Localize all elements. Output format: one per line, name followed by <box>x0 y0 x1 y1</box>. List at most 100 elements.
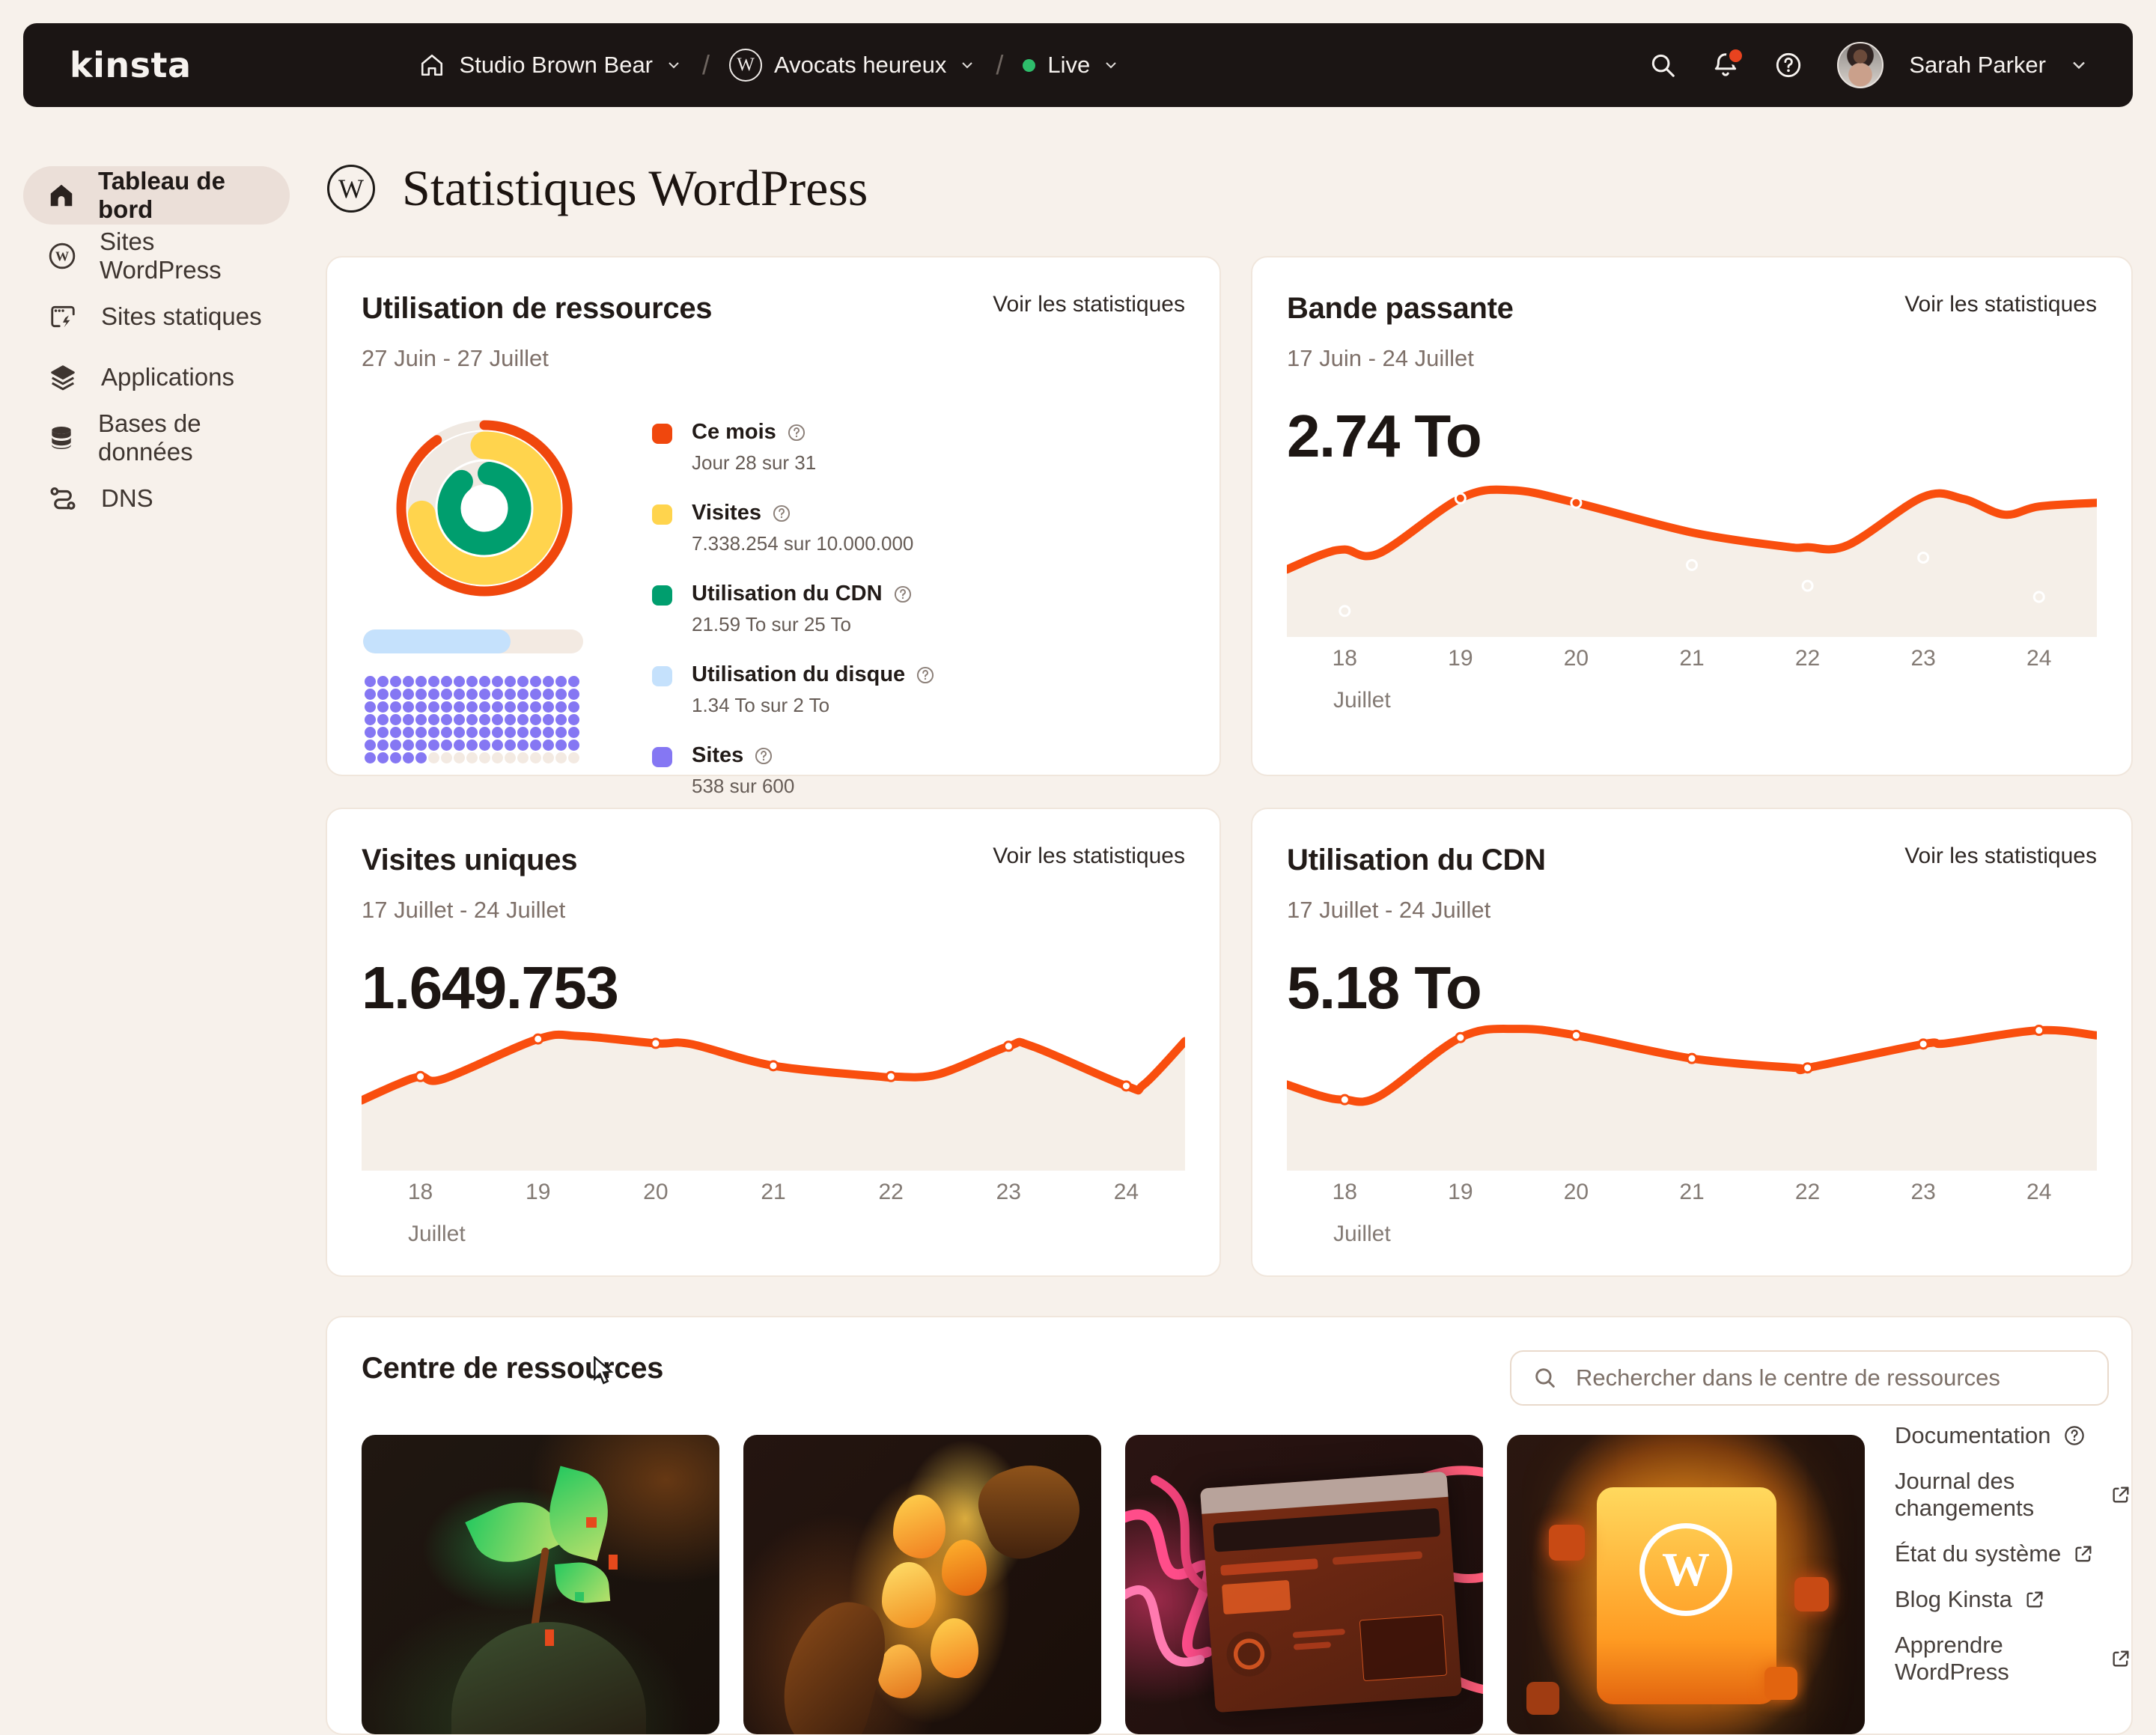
legend-detail: 538 sur 600 <box>692 775 795 797</box>
documentation-link[interactable]: Documentation <box>1895 1422 2131 1449</box>
legend-item: Utilisation du disque 1.34 To sur 2 To <box>652 662 1185 717</box>
kinsta-blog-link[interactable]: Blog Kinsta <box>1895 1586 2131 1613</box>
view-statistics-link[interactable]: Voir les statistiques <box>1904 844 2097 869</box>
legend-swatch <box>652 666 672 686</box>
sidebar-item-dns[interactable]: DNS <box>23 469 290 528</box>
cdn-line-chart: 18 19 20 21 22 23 24 Juillet <box>1287 1016 2097 1247</box>
resource-tile-dashboard-illustration[interactable] <box>1125 1435 1483 1734</box>
legend-label: Sites <box>692 743 744 767</box>
disk-usage-progress <box>363 629 583 653</box>
sidebar-item-label: Sites WordPress <box>100 228 222 284</box>
dns-route-icon <box>47 484 79 513</box>
legend-label: Utilisation du disque <box>692 662 906 686</box>
live-status-icon <box>1023 58 1036 72</box>
legend-label: Ce mois <box>692 420 776 444</box>
wordpress-icon: W <box>1639 1523 1732 1616</box>
search-icon[interactable] <box>1648 51 1677 79</box>
resource-tile-growth-illustration[interactable] <box>362 1435 719 1734</box>
view-statistics-link[interactable]: Voir les statistiques <box>1904 292 2097 317</box>
bandwidth-total-value: 2.74 To <box>1287 403 1482 469</box>
avatar <box>1837 42 1884 88</box>
cdn-usage-card: Utilisation du CDN Voir les statistiques… <box>1251 808 2133 1277</box>
external-link-icon <box>2110 1484 2131 1505</box>
legend-detail: 21.59 To sur 25 To <box>692 613 851 635</box>
bandwidth-card: Bande passante Voir les statistiques 17 … <box>1251 256 2133 776</box>
kinsta-dashboard: kinsta Studio Brown Bear / W Avocats heu… <box>0 0 2156 1735</box>
x-axis-ticks: 18 19 20 21 22 23 24 <box>407 1180 1139 1204</box>
mouse-cursor <box>591 1356 617 1385</box>
help-icon[interactable] <box>916 665 935 685</box>
sidebar-item-static-sites[interactable]: Sites statiques <box>23 287 290 346</box>
resource-center-search[interactable] <box>1510 1350 2109 1406</box>
breadcrumb-site-label: Avocats heureux <box>774 52 947 78</box>
navbar-actions: Sarah Parker <box>1648 42 2089 88</box>
resource-visuals <box>362 418 588 824</box>
resource-tiles: W <box>362 1435 1865 1734</box>
resource-tile-wordpress-illustration[interactable]: W <box>1507 1435 1865 1734</box>
sidebar-item-label: DNS <box>101 484 153 512</box>
breadcrumb-company-label: Studio Brown Bear <box>459 52 654 78</box>
help-icon[interactable] <box>1774 51 1803 79</box>
legend-item: Sites 538 sur 600 <box>652 743 1185 798</box>
card-period: 27 Juin - 27 Juillet <box>362 345 549 371</box>
card-period: 17 Juillet - 24 Juillet <box>362 897 566 923</box>
resource-donut-chart <box>395 418 574 598</box>
sidebar-item-databases[interactable]: Bases de données <box>23 409 290 467</box>
card-title: Utilisation de ressources <box>362 292 713 325</box>
notification-badge <box>1726 46 1746 65</box>
visits-total-value: 1.649.753 <box>362 954 619 1021</box>
view-statistics-link[interactable]: Voir les statistiques <box>993 292 1185 317</box>
chevron-down-icon <box>2068 55 2089 76</box>
search-input[interactable] <box>1574 1364 2086 1392</box>
sidebar-item-label: Bases de données <box>98 409 201 466</box>
help-icon[interactable] <box>893 585 913 604</box>
help-icon <box>2063 1424 2086 1447</box>
help-icon[interactable] <box>787 423 806 442</box>
help-icon[interactable] <box>754 746 773 766</box>
search-icon <box>1532 1365 1558 1391</box>
environment-label: Live <box>1047 52 1091 78</box>
legend-item: Utilisation du CDN 21.59 To sur 25 To <box>652 582 1185 636</box>
chevron-down-icon <box>665 56 683 74</box>
learn-wordpress-link[interactable]: Apprendre WordPress <box>1895 1632 2131 1686</box>
user-name: Sarah Parker <box>1909 52 2046 78</box>
top-navbar: kinsta Studio Brown Bear / W Avocats heu… <box>23 23 2133 107</box>
view-statistics-link[interactable]: Voir les statistiques <box>993 844 1185 869</box>
card-title: Utilisation du CDN <box>1287 844 1546 876</box>
external-link-icon <box>2110 1648 2131 1669</box>
svg-text:W: W <box>55 249 70 264</box>
resource-legend: Ce mois Jour 28 sur 31 Visites 7.338.254… <box>588 418 1185 824</box>
breadcrumb: Studio Brown Bear / W Avocats heureux / … <box>416 49 1121 82</box>
wordpress-icon: W <box>47 241 77 271</box>
sidebar-item-wordpress-sites[interactable]: W Sites WordPress <box>23 227 290 285</box>
system-status-link[interactable]: État du système <box>1895 1540 2131 1567</box>
x-axis-ticks: 18 19 20 21 22 23 24 <box>1332 646 2052 671</box>
unique-visits-card: Visites uniques Voir les statistiques 17… <box>326 808 1221 1277</box>
card-title: Bande passante <box>1287 292 1514 325</box>
resource-usage-card: Utilisation de ressources Voir les stati… <box>326 256 1221 797</box>
resource-tile-community-illustration[interactable] <box>743 1435 1101 1734</box>
disk-usage-progress-fill <box>363 629 511 653</box>
sidebar-item-dashboard[interactable]: Tableau de bord <box>23 166 290 225</box>
sites-dot-grid <box>365 676 588 763</box>
breadcrumb-company[interactable]: Studio Brown Bear <box>416 52 683 79</box>
breadcrumb-separator: / <box>996 49 1004 80</box>
changelog-link[interactable]: Journal des changements <box>1895 1468 2131 1522</box>
legend-detail: 1.34 To sur 2 To <box>692 694 830 716</box>
cdn-total-value: 5.18 To <box>1287 954 1482 1021</box>
sidebar-item-applications[interactable]: Applications <box>23 348 290 406</box>
chevron-down-icon <box>1102 56 1120 74</box>
legend-item: Ce mois Jour 28 sur 31 <box>652 420 1185 475</box>
sidebar-item-label: Applications <box>101 363 234 391</box>
home-icon <box>47 181 76 210</box>
help-icon[interactable] <box>772 504 791 523</box>
page-header: W Statistiques WordPress <box>327 159 868 218</box>
card-period: 17 Juin - 24 Juillet <box>1287 345 1474 371</box>
external-link-icon <box>2024 1589 2045 1610</box>
notifications-bell-icon[interactable] <box>1711 46 1746 79</box>
legend-detail: Jour 28 sur 31 <box>692 451 817 474</box>
environment-selector[interactable]: Live <box>1023 52 1120 79</box>
breadcrumb-site[interactable]: W Avocats heureux <box>729 49 976 82</box>
visits-line-chart: 18 19 20 21 22 23 24 Juillet <box>362 1016 1185 1247</box>
user-menu[interactable]: Sarah Parker <box>1837 42 2089 88</box>
